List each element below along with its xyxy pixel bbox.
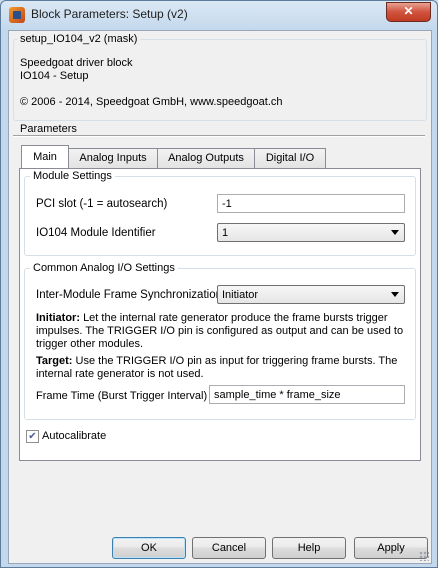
parameters-separator — [13, 135, 425, 137]
tab-digital-io[interactable]: Digital I/O — [254, 148, 326, 168]
frame-time-label: Frame Time (Burst Trigger Interval) — [36, 390, 208, 402]
title-bar[interactable]: Block Parameters: Setup (v2) ✕ — [1, 1, 437, 29]
apply-button[interactable]: Apply — [354, 537, 428, 559]
tab-panel-main: Module Settings PCI slot (-1 = autosearc… — [19, 168, 421, 461]
description-line-2: IO104 - Setup — [20, 70, 89, 82]
mask-title: setup_IO104_v2 (mask) — [17, 33, 141, 45]
module-identifier-label: IO104 Module Identifier — [36, 227, 156, 239]
frame-time-input[interactable]: sample_time * frame_size — [209, 385, 405, 404]
tab-digital-io-label: Digital I/O — [265, 152, 315, 164]
dialog-window: Block Parameters: Setup (v2) ✕ setup_IO1… — [0, 0, 438, 568]
target-description: Target: Use the TRIGGER I/O pin as input… — [36, 355, 406, 381]
dialog-client-area: setup_IO104_v2 (mask) Speedgoat driver b… — [8, 30, 432, 564]
frame-sync-select[interactable]: Initiator — [217, 285, 405, 304]
pci-slot-input[interactable]: -1 — [217, 194, 405, 213]
target-text: Use the TRIGGER I/O pin as input for tri… — [36, 355, 398, 380]
analog-io-settings-label: Common Analog I/O Settings — [30, 262, 178, 274]
tab-bar: Main Analog Inputs Analog Outputs Digita… — [19, 145, 419, 168]
cancel-button[interactable]: Cancel — [192, 537, 266, 559]
close-button[interactable]: ✕ — [386, 2, 431, 22]
parameters-label: Parameters — [20, 123, 77, 135]
description-line-1: Speedgoat driver block — [20, 57, 133, 69]
frame-sync-value: Initiator — [222, 289, 259, 301]
module-settings-group — [24, 176, 416, 256]
target-title: Target: — [36, 355, 73, 367]
initiator-text: Let the internal rate generator produce … — [36, 312, 404, 350]
tab-analog-outputs[interactable]: Analog Outputs — [157, 148, 255, 168]
module-settings-label: Module Settings — [30, 170, 115, 182]
help-button[interactable]: Help — [272, 537, 346, 559]
tab-analog-inputs[interactable]: Analog Inputs — [68, 148, 158, 168]
module-identifier-value: 1 — [222, 227, 229, 239]
frame-sync-label: Inter-Module Frame Synchronization — [36, 289, 222, 301]
module-identifier-select[interactable]: 1 — [217, 223, 405, 242]
tab-analog-inputs-label: Analog Inputs — [79, 152, 147, 164]
initiator-title: Initiator: — [36, 312, 80, 324]
simulink-block-icon — [9, 7, 25, 23]
tab-main[interactable]: Main — [21, 145, 69, 168]
copyright-text: © 2006 - 2014, Speedgoat GmbH, www.speed… — [20, 96, 283, 108]
tab-main-label: Main — [33, 151, 57, 163]
chevron-down-icon — [391, 230, 399, 235]
autocalibrate-checkbox[interactable]: ✔ — [26, 430, 39, 443]
tab-analog-outputs-label: Analog Outputs — [168, 152, 244, 164]
chevron-down-icon — [391, 292, 399, 297]
initiator-description: Initiator: Let the internal rate generat… — [36, 312, 406, 351]
ok-button[interactable]: OK — [112, 537, 186, 559]
window-title: Block Parameters: Setup (v2) — [31, 7, 188, 21]
resize-grip-icon[interactable] — [419, 551, 429, 561]
pci-slot-label: PCI slot (-1 = autosearch) — [36, 198, 168, 210]
autocalibrate-label: Autocalibrate — [42, 430, 107, 442]
